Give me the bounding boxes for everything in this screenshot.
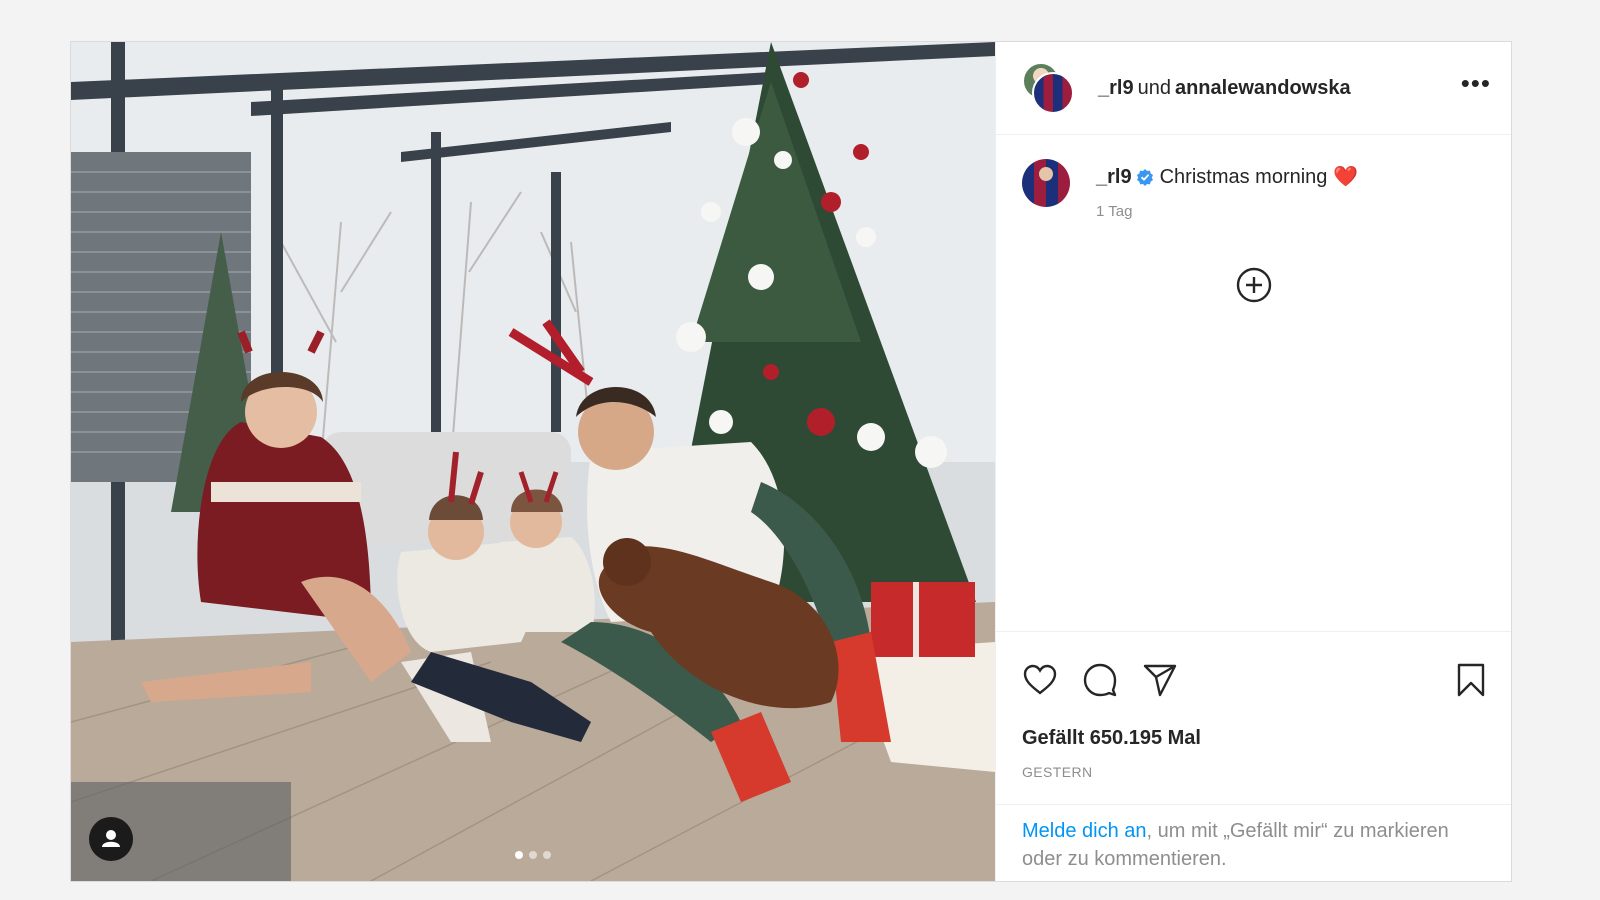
post-date: GESTERN bbox=[1022, 764, 1093, 780]
avatar[interactable] bbox=[1022, 159, 1070, 207]
like-button[interactable] bbox=[1022, 662, 1058, 698]
caption-text: _rl9 Christmas morning ❤️ bbox=[1096, 159, 1358, 189]
caption-row: _rl9 Christmas morning ❤️ 1 Tag bbox=[1022, 159, 1485, 220]
post-authors: _rl9 und annalewandowska bbox=[1098, 77, 1461, 100]
bookmark-icon bbox=[1457, 663, 1485, 696]
caption-message: Christmas morning bbox=[1159, 166, 1328, 188]
caption-username[interactable]: _rl9 bbox=[1096, 166, 1132, 188]
author-link-2[interactable]: annalewandowska bbox=[1175, 77, 1351, 99]
carousel-indicator bbox=[71, 851, 995, 859]
comment-icon bbox=[1083, 663, 1117, 696]
post-side-panel: _rl9 und annalewandowska ••• _rl9 Christma… bbox=[995, 42, 1511, 881]
carousel-dot[interactable] bbox=[529, 851, 537, 859]
more-icon[interactable]: ••• bbox=[1461, 70, 1491, 106]
heart-icon bbox=[1023, 664, 1057, 695]
carousel-dot[interactable] bbox=[543, 851, 551, 859]
post-header: _rl9 und annalewandowska ••• bbox=[996, 42, 1511, 135]
caption-time: 1 Tag bbox=[1096, 203, 1133, 220]
plus-circle-icon bbox=[1236, 267, 1271, 303]
login-link[interactable]: Melde dich an bbox=[1022, 820, 1147, 842]
save-button[interactable] bbox=[1455, 662, 1487, 698]
post-photo[interactable] bbox=[71, 42, 995, 881]
instagram-post: _rl9 und annalewandowska ••• _rl9 Christma… bbox=[70, 41, 1512, 882]
comment-button[interactable] bbox=[1082, 662, 1118, 698]
like-count[interactable]: Gefällt 650.195 Mal bbox=[996, 727, 1511, 750]
share-icon bbox=[1143, 664, 1177, 696]
heart-emoji: ❤️ bbox=[1332, 166, 1358, 188]
photo-scene bbox=[71, 42, 995, 881]
action-bar bbox=[996, 631, 1511, 727]
load-more-comments-button[interactable] bbox=[996, 267, 1511, 303]
author-link-1[interactable]: _rl9 bbox=[1098, 77, 1134, 99]
avatar bbox=[1032, 72, 1074, 114]
collab-avatar[interactable] bbox=[1022, 62, 1074, 114]
share-button[interactable] bbox=[1142, 662, 1178, 698]
comments-area: _rl9 Christmas morning ❤️ 1 Tag bbox=[996, 135, 1511, 631]
verified-icon bbox=[1136, 169, 1153, 186]
login-prompt: Melde dich an, um mit „Gefällt mir“ zu m… bbox=[996, 804, 1511, 881]
carousel-dot[interactable] bbox=[515, 851, 523, 859]
authors-connector: und bbox=[1137, 76, 1171, 99]
